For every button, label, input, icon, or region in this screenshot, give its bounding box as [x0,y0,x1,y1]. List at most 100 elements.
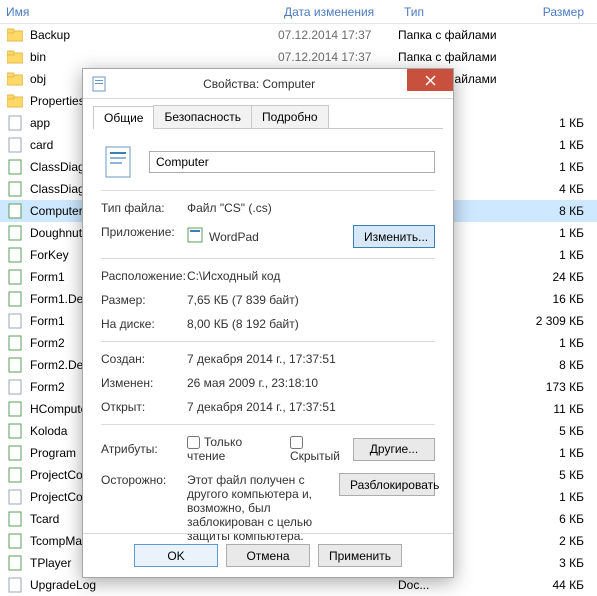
modified-value: 26 мая 2009 г., 23:18:10 [187,376,435,390]
opened-value: 7 декабря 2014 г., 17:37:51 [187,400,435,414]
ok-button[interactable]: OK [134,544,218,567]
type-value: Файл "CS" (.cs) [187,201,435,215]
file-size: 4 КБ [510,182,584,196]
filename-input[interactable] [149,151,435,173]
apply-button[interactable]: Применить [318,544,402,567]
col-date[interactable]: Дата изменения [278,1,398,23]
file-size: 1 КБ [510,446,584,460]
unblock-button[interactable]: Разблокировать [339,473,435,496]
folder-icon [6,27,24,43]
file-row[interactable]: Backup07.12.2014 17:37Папка с файлами [0,24,597,46]
file-date: 07.12.2014 17:37 [278,50,398,64]
app-value: WordPad [209,230,259,244]
dialog-footer: OK Отмена Применить [83,533,453,567]
dialog-body: Тип файла: Файл "CS" (.cs) Приложение: W… [83,129,453,548]
file-icon [6,137,24,153]
file-size: 5 КБ [510,468,584,482]
file-icon [6,533,24,549]
folder-icon [6,93,24,109]
file-icon [6,247,24,263]
properties-dialog: Свойства: Computer Общие Безопасность По… [82,68,454,578]
cancel-button[interactable]: Отмена [226,544,310,567]
file-icon [6,159,24,175]
file-icon [6,511,24,527]
col-type[interactable]: Тип [398,1,510,23]
location-label: Расположение: [101,269,187,283]
readonly-checkbox[interactable] [187,436,200,449]
file-size: 44 КБ [510,578,584,592]
file-icon [6,423,24,439]
file-icon [6,445,24,461]
hidden-checkbox-label[interactable]: Скрытый [290,435,353,463]
file-row[interactable]: bin07.12.2014 17:37Папка с файлами [0,46,597,68]
other-attributes-button[interactable]: Другие... [353,438,435,461]
file-icon [6,489,24,505]
file-size: 1 КБ [510,248,584,262]
file-icon [6,357,24,373]
folder-icon [6,71,24,87]
file-size: 5 КБ [510,424,584,438]
file-icon [6,379,24,395]
location-value: C:\Исходный код [187,269,435,283]
file-icon [6,401,24,417]
file-icon [6,555,24,571]
created-label: Создан: [101,352,187,366]
readonly-checkbox-label[interactable]: Только чтение [187,435,278,463]
app-label: Приложение: [101,225,187,248]
disk-value: 8,00 КБ (8 192 байт) [187,317,435,331]
file-type-icon [101,144,137,180]
size-label: Размер: [101,293,187,307]
file-size: 1 КБ [510,138,584,152]
file-size: 1 КБ [510,160,584,174]
file-size: 2 КБ [510,534,584,548]
warning-label: Осторожно: [101,473,187,487]
file-icon [6,203,24,219]
type-label: Тип файла: [101,201,187,215]
tabs: Общие Безопасность Подробно [93,105,443,129]
file-size: 6 КБ [510,512,584,526]
file-icon [6,225,24,241]
file-size: 1 КБ [510,490,584,504]
col-size[interactable]: Размер [510,1,590,23]
file-name: UpgradeLog [30,578,278,592]
file-icon [6,467,24,483]
file-type: Папка с файлами [398,28,510,42]
tab-details[interactable]: Подробно [251,105,329,128]
file-icon [6,313,24,329]
file-icon [6,269,24,285]
file-size: 1 КБ [510,116,584,130]
file-size: 8 КБ [510,358,584,372]
hidden-checkbox[interactable] [290,436,303,449]
file-icon [91,75,107,93]
file-icon [6,115,24,131]
change-app-button[interactable]: Изменить... [353,225,435,248]
titlebar[interactable]: Свойства: Computer [83,69,453,99]
file-name: Backup [30,28,278,42]
opened-label: Открыт: [101,400,187,414]
file-type: Doc... [398,578,510,592]
file-date: 07.12.2014 17:37 [278,28,398,42]
dialog-title: Свойства: Computer [113,77,453,91]
file-size: 16 КБ [510,292,584,306]
file-type: Папка с файлами [398,50,510,64]
size-value: 7,65 КБ (7 839 байт) [187,293,435,307]
file-size: 8 КБ [510,204,584,218]
attributes-label: Атрибуты: [101,442,187,456]
file-size: 24 КБ [510,270,584,284]
column-headers[interactable]: Имя Дата изменения Тип Размер [0,0,597,24]
file-icon [6,335,24,351]
file-name: bin [30,50,278,64]
tab-security[interactable]: Безопасность [153,105,252,128]
close-button[interactable] [407,69,453,91]
col-name[interactable]: Имя [0,1,278,23]
file-size: 1 КБ [510,336,584,350]
file-icon [6,181,24,197]
file-icon [6,577,24,593]
file-icon [6,291,24,307]
modified-label: Изменен: [101,376,187,390]
tab-general[interactable]: Общие [93,106,154,129]
disk-label: На диске: [101,317,187,331]
created-value: 7 декабря 2014 г., 17:37:51 [187,352,435,366]
file-size: 11 КБ [510,402,584,416]
file-size: 2 309 КБ [510,314,584,328]
